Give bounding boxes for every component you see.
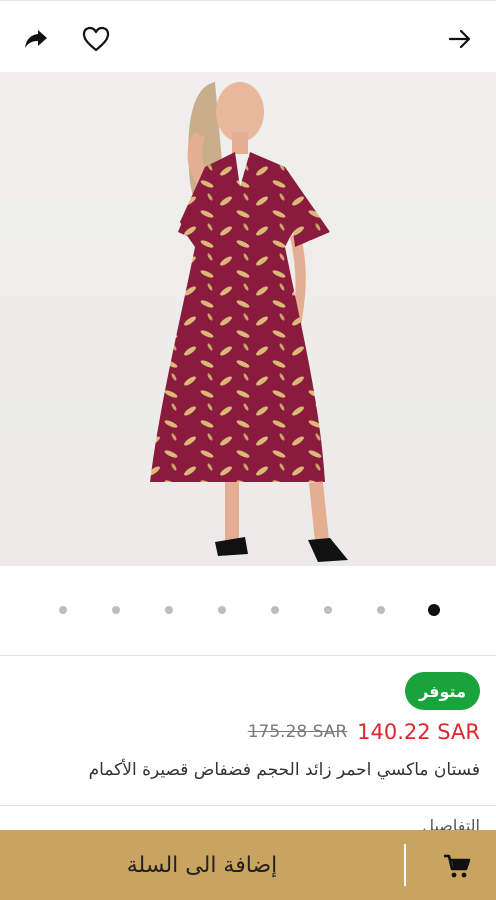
- price-row: 175.28 SAR 140.22 SAR: [248, 716, 480, 748]
- image-pagination: [0, 598, 496, 622]
- back-button[interactable]: [442, 21, 478, 57]
- product-image[interactable]: [0, 72, 496, 566]
- add-to-cart-bar[interactable]: إضافة الى السلة: [0, 830, 496, 900]
- product-title: فستان ماكسي احمر زائد الحجم فضفاض قصيرة …: [88, 760, 480, 780]
- page-dot[interactable]: [165, 606, 173, 614]
- cart-divider: [404, 844, 406, 886]
- dress-photo: [150, 82, 348, 562]
- wishlist-button[interactable]: [78, 21, 114, 57]
- old-price: 175.28 SAR: [247, 722, 348, 742]
- page-dot[interactable]: [218, 606, 226, 614]
- availability-badge: متوفر: [405, 672, 480, 710]
- divider: [0, 805, 496, 806]
- arrow-right-icon: [448, 29, 471, 49]
- sale-price: 140.22 SAR: [357, 720, 480, 744]
- page-dot[interactable]: [59, 606, 67, 614]
- add-to-cart-button[interactable]: إضافة الى السلة: [0, 830, 404, 900]
- page-dot[interactable]: [271, 606, 279, 614]
- page-dot-active[interactable]: [428, 604, 440, 616]
- page-dot[interactable]: [377, 606, 385, 614]
- heart-icon: [82, 26, 110, 52]
- share-icon: [25, 30, 47, 48]
- share-button[interactable]: [18, 21, 54, 57]
- cart-icon[interactable]: [444, 853, 472, 879]
- top-bar: [0, 0, 496, 72]
- divider: [0, 655, 496, 656]
- page-dot[interactable]: [324, 606, 332, 614]
- page-dot[interactable]: [112, 606, 120, 614]
